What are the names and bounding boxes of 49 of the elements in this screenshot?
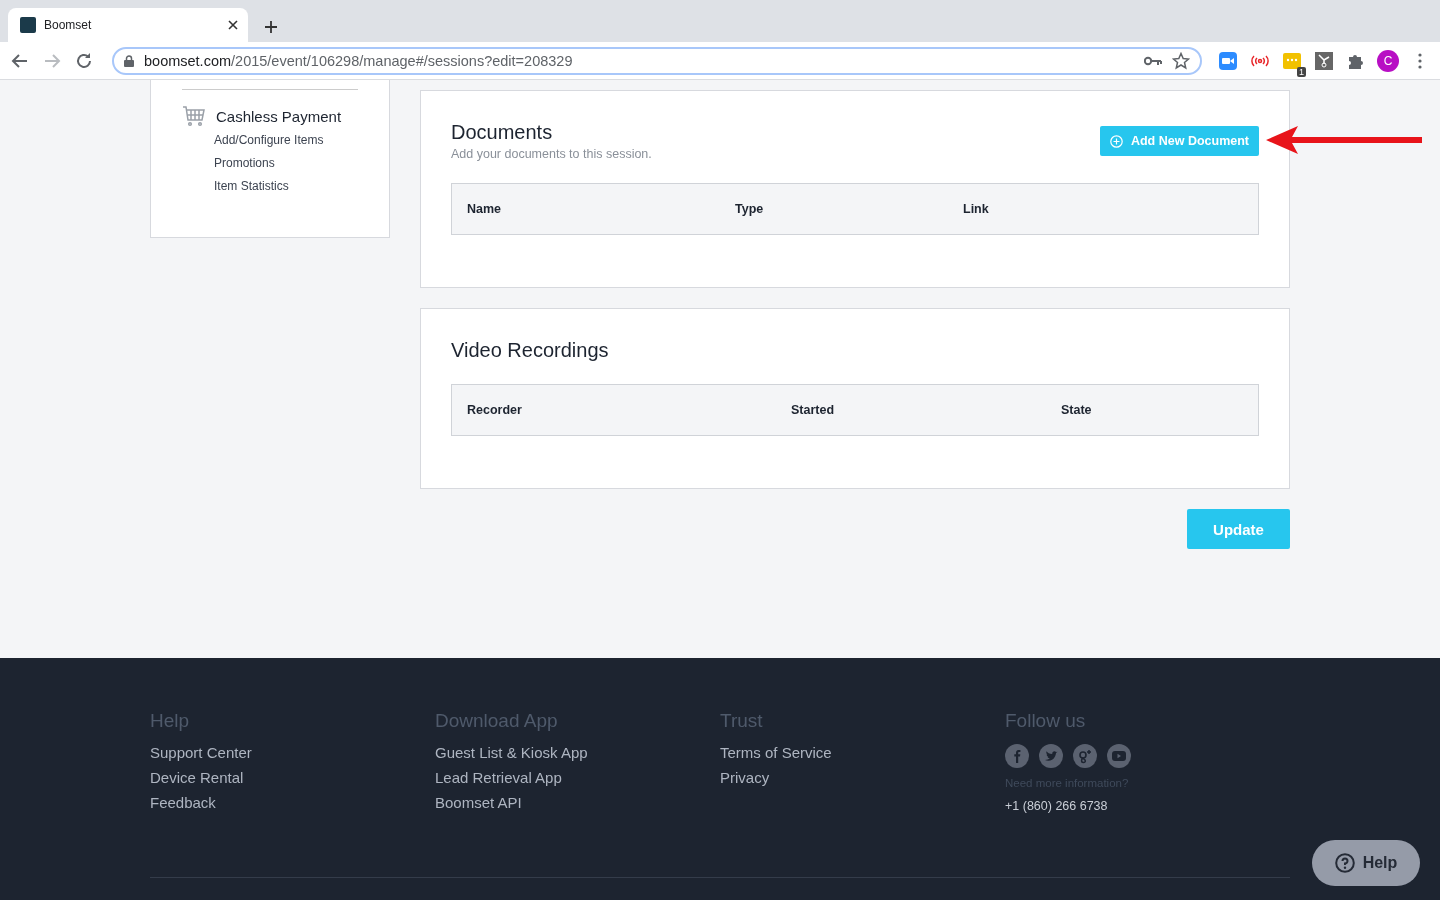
facebook-icon[interactable]	[1005, 744, 1029, 768]
footer-heading: Download App	[435, 710, 559, 732]
footer-link[interactable]: Boomset API	[435, 794, 720, 811]
notification-badge: 1	[1297, 66, 1306, 77]
column-header: Name	[467, 202, 503, 216]
video-play-icon[interactable]	[1107, 744, 1131, 768]
footer-link[interactable]: Device Rental	[150, 769, 435, 786]
star-icon[interactable]	[1172, 51, 1190, 70]
column-header: Started	[791, 403, 836, 417]
profile-avatar[interactable]: C	[1377, 49, 1399, 72]
section-subtitle: Add your documents to this session.	[451, 147, 652, 161]
browser-tab[interactable]: Boomset	[8, 8, 248, 42]
sidebar-link[interactable]: Add/Configure Items	[214, 133, 358, 147]
footer-link[interactable]: Guest List & Kiosk App	[435, 744, 720, 761]
footer-heading: Follow us	[1005, 710, 1087, 732]
extension-icon[interactable]	[1283, 52, 1301, 69]
help-button[interactable]: Help	[1312, 840, 1420, 886]
section-title: Documents	[451, 121, 554, 144]
new-tab-icon[interactable]	[264, 20, 278, 34]
bird-icon[interactable]	[1039, 744, 1063, 768]
broadcast-icon[interactable]	[1250, 54, 1270, 67]
question-icon	[1334, 853, 1355, 873]
sidebar-link[interactable]: Promotions	[214, 156, 358, 170]
column-header: Type	[735, 202, 765, 216]
column-header: Link	[963, 202, 990, 216]
footer-link[interactable]: Support Center	[150, 744, 435, 761]
footer-heading: Help	[150, 710, 191, 732]
address-bar[interactable]: boomset.com/2015/event/106298/manage#/sessions?edit=208329	[112, 46, 1202, 75]
hub-icon[interactable]	[1315, 51, 1333, 70]
column-header: Recorder	[467, 403, 523, 417]
menu-icon[interactable]	[1418, 52, 1422, 69]
video-camera-icon[interactable]	[1219, 51, 1237, 70]
footer-link[interactable]: Terms of Service	[720, 744, 1005, 761]
close-icon[interactable]	[228, 20, 238, 30]
site-favicon-icon	[20, 17, 36, 33]
footer-heading: Trust	[720, 710, 764, 732]
cart-icon	[182, 105, 206, 127]
phone-number: +1 (860) 266 6738	[1005, 799, 1109, 813]
footer-link[interactable]: Lead Retrieval App	[435, 769, 720, 786]
footer-link[interactable]: Privacy	[720, 769, 1005, 786]
footer-link[interactable]: Feedback	[150, 794, 435, 811]
plus-circle-icon	[1109, 134, 1123, 148]
sidebar-link[interactable]: Item Statistics	[214, 179, 358, 193]
google-plus-icon[interactable]	[1073, 744, 1097, 768]
section-title: Video Recordings	[451, 339, 609, 362]
key-icon[interactable]	[1144, 55, 1162, 66]
section-title: Cashless Payment	[216, 107, 342, 125]
column-header: State	[1061, 403, 1093, 417]
lock-icon	[124, 54, 134, 67]
